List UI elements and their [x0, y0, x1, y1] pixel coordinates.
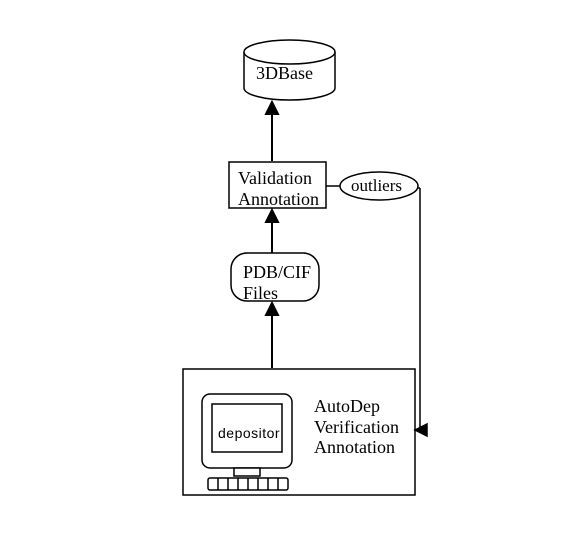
files-line1: PDB/CIF [243, 262, 311, 282]
validation-line2: Annotation [238, 189, 319, 209]
outliers-label: outliers [351, 176, 402, 196]
autodep-line1: AutoDep [314, 396, 380, 416]
arrow-outliers-to-autodep-icon [415, 188, 427, 436]
autodep-line2: Verification [314, 417, 399, 437]
files-line2: Files [243, 283, 278, 303]
arrow-autodep-to-files-icon [266, 303, 278, 368]
depositor-label: depositor [218, 425, 280, 441]
arrow-validation-to-db-icon [266, 102, 278, 161]
diagram-stage: 3DBase Validation Annotation outliers PD… [0, 0, 567, 539]
db-label: 3DBase [256, 63, 313, 84]
validation-box-label: Validation Annotation [238, 168, 319, 209]
arrow-files-to-validation-icon [266, 210, 278, 253]
autodep-label: AutoDep Verification Annotation [314, 396, 399, 458]
files-box-label: PDB/CIF Files [243, 262, 311, 303]
validation-line1: Validation [238, 168, 312, 188]
autodep-line3: Annotation [314, 437, 395, 457]
